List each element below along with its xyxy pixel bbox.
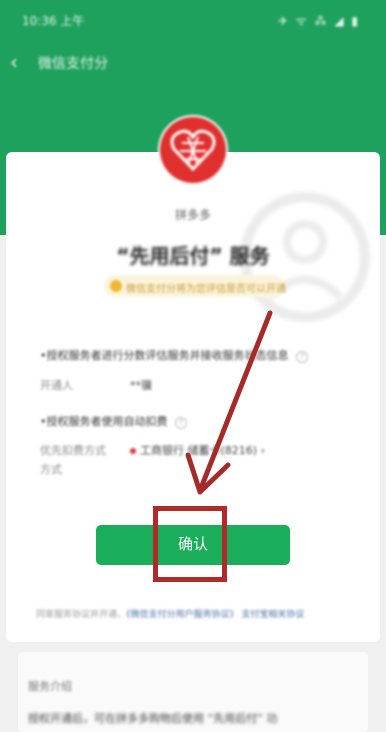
service-intro-card: 服务介绍 授权开通后，可在拼多多购物后使用 “先用后付” 功 [18,652,368,732]
authorization-detail-label: 优先扣费方式 [40,444,106,457]
authorization-card [6,152,380,642]
confirm-button[interactable]: 确认 [96,525,290,565]
info-icon [110,280,122,292]
chevron-left-icon[interactable]: ‹ [10,50,18,74]
merchant-logo [160,117,226,183]
agreement-link-other[interactable]: 支付宝相关协议 [241,610,304,620]
intro-title: 服务介绍 [28,680,72,693]
heart-logo-icon [170,129,216,171]
authorization-title: •授权服务者使用自动扣费 [40,415,168,428]
confirm-button-label: 确认 [177,536,208,553]
bank-logo-icon [130,448,136,454]
notice-badge: 微信支付分将为您评估是否可以开通 [104,275,286,297]
authorization-detail-value: **骥 [130,379,152,392]
service-title: “先用后付” 服务 [116,244,270,268]
agreement-prefix: 同意服务协议并开通， [36,610,127,620]
page-title: 微信支付分 [38,56,108,72]
help-icon[interactable]: ? [175,417,187,429]
intro-text: 授权开通后，可在拼多多购物后使用 “先用后付” 功 [28,712,278,725]
help-icon[interactable]: ? [296,351,308,363]
authorization-detail-extra: 方式 [40,463,62,476]
bank-card-label: 工商银行 储蓄卡(8216) [140,444,258,457]
notice-text: 微信支付分将为您评估是否可以开通 [126,284,286,295]
authorization-title: •授权服务者进行分数评估服务并接收服务状态信息 [40,349,289,362]
authorization-item-2: •授权服务者使用自动扣费 ? [40,413,340,429]
authorization-item-1: •授权服务者进行分数评估服务并接收服务状态信息 ? [40,347,340,363]
bank-card-selector[interactable]: 工商银行 储蓄卡(8216) › [130,442,265,458]
status-bar: 10:36 上午 ✈ ᯤ ⁂ ◢ ▮ [0,0,386,36]
authorization-detail-label: 开通人 [40,379,73,392]
status-icons: ✈ ᯤ ⁂ ◢ ▮ [277,14,360,28]
status-time: 10:36 上午 [22,14,85,28]
merchant-name: 拼多多 [174,208,211,222]
agreement-link-wechat[interactable]: 《微信支付分用户服务协议》 [126,610,239,620]
nav-bar: ‹ 微信支付分 [0,42,386,82]
agreement-text: 同意服务协议并开通，《微信支付分用户服务协议》 支付宝相关协议 [36,607,356,620]
